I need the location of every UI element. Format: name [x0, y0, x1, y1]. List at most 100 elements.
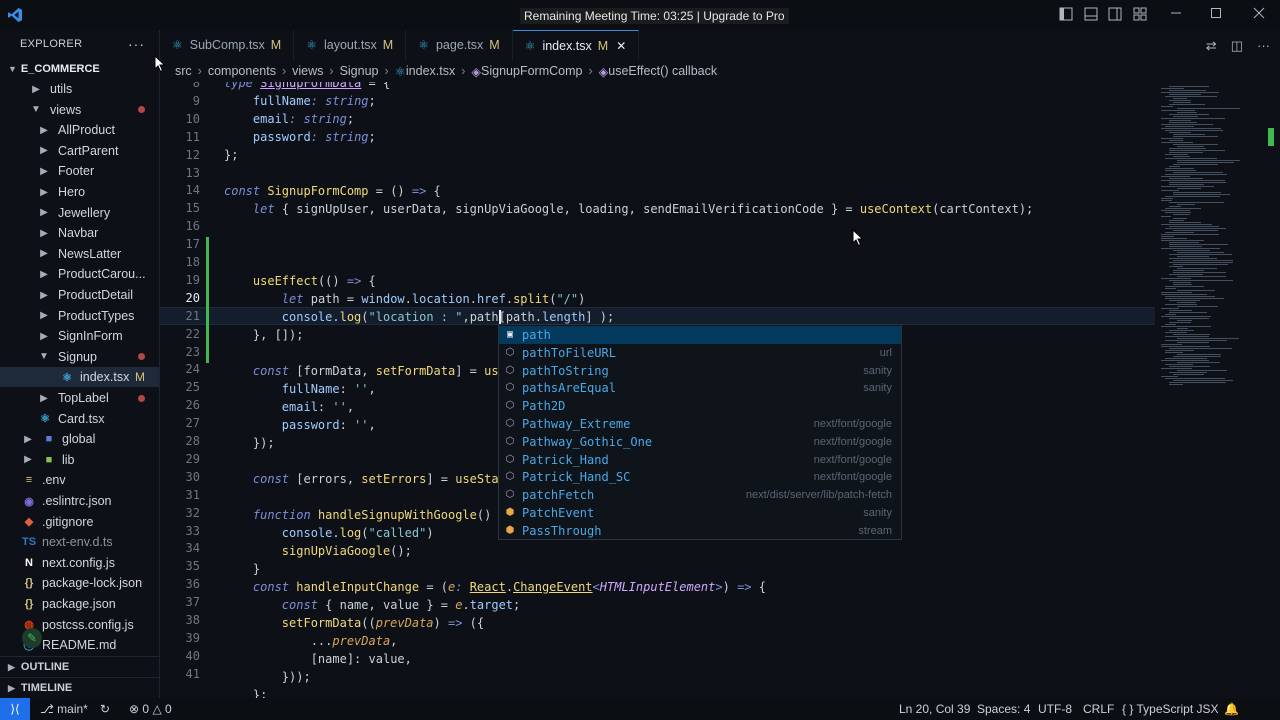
- timeline-section[interactable]: ▶ TIMELINE: [0, 677, 159, 698]
- tree-item[interactable]: ◆ .gitignore: [0, 512, 159, 532]
- minimap-line: [1173, 334, 1210, 335]
- close-tab-icon[interactable]: ✕: [616, 39, 626, 53]
- minimap-line: [1177, 108, 1240, 109]
- editor-tab[interactable]: ⚛ index.tsx M ✕: [512, 30, 640, 60]
- suggestion-item[interactable]: ⬡ Path2D: [499, 397, 901, 415]
- module-icon: ⬡: [505, 453, 515, 465]
- notifications-icon[interactable]: 🔔: [1224, 702, 1239, 716]
- encoding[interactable]: UTF-8: [1038, 702, 1072, 716]
- tree-item[interactable]: Nnext.config.js: [0, 553, 159, 573]
- more-actions-icon[interactable]: ···: [1257, 38, 1270, 54]
- suggestion-item[interactable]: ⬡ pathsAreEqual sanity: [499, 379, 901, 397]
- chevron-right-icon: ▶: [32, 83, 40, 95]
- tree-item[interactable]: ▶ ■ lib: [0, 450, 159, 470]
- minimap[interactable]: [1155, 82, 1280, 698]
- tree-item[interactable]: ▶ Hero: [0, 182, 159, 202]
- suggestion-item[interactable]: ⬡ Pathway_Gothic_One next/font/google: [499, 433, 901, 451]
- tree-item[interactable]: ▶ utils: [0, 79, 159, 99]
- breadcrumb-item[interactable]: Signup: [340, 64, 379, 78]
- tree-item[interactable]: ⚛ Card.tsx: [0, 409, 159, 429]
- tree-item[interactable]: ▶ Jewellery: [0, 203, 159, 223]
- breadcrumb-item[interactable]: views: [292, 64, 323, 78]
- close-window-icon[interactable]: [1251, 7, 1267, 23]
- language-mode[interactable]: { } TypeScript JSX: [1122, 702, 1219, 716]
- suggestion-item[interactable]: ⬢ PatchEvent sanity: [499, 504, 901, 522]
- compare-changes-icon[interactable]: ⇄: [1206, 38, 1217, 54]
- vscode-logo-icon[interactable]: [0, 0, 30, 30]
- suggestion-item[interactable]: ⬢ PassThrough stream: [499, 522, 901, 540]
- breadcrumb-item[interactable]: SignupFormComp: [481, 64, 582, 78]
- suggestion-item[interactable]: ⬡ Patrick_Hand next/font/google: [499, 451, 901, 469]
- maximize-icon[interactable]: [1208, 7, 1224, 23]
- tree-item[interactable]: {} package.json: [0, 594, 159, 614]
- tree-item[interactable]: ▶ TopLabel: [0, 388, 159, 408]
- editor-tab[interactable]: ⚛ page.tsx M: [406, 30, 513, 60]
- tree-item[interactable]: ▶ NewsLatter: [0, 244, 159, 264]
- tree-item[interactable]: {} package-lock.json: [0, 573, 159, 593]
- tree-item[interactable]: ⚛ index.tsx M: [0, 367, 159, 388]
- suggestion-source: sanity: [863, 364, 892, 377]
- split-editor-icon[interactable]: ◫: [1231, 38, 1243, 54]
- tree-item[interactable]: ▼ Signup: [0, 347, 159, 367]
- chevron-right-icon: ›: [197, 64, 202, 78]
- minimize-icon[interactable]: [1168, 7, 1184, 23]
- outline-section[interactable]: ▶ OUTLINE: [0, 656, 159, 677]
- tree-item[interactable]: ▶ ProductCarou...: [0, 264, 159, 284]
- editor-tab[interactable]: ⚛ SubComp.tsx M: [160, 30, 295, 60]
- minimap-line: [1169, 150, 1225, 151]
- minimap-line: [1177, 112, 1197, 113]
- minimap-scroll-marker[interactable]: [1268, 128, 1274, 146]
- branch-indicator[interactable]: ⎇ main*: [40, 702, 88, 716]
- suggestion-item[interactable]: ⬡ pathToString sanity: [499, 362, 901, 380]
- problems-indicator[interactable]: ⊗ 0 △ 0: [129, 702, 172, 716]
- tree-item[interactable]: ▶ ProductTypes: [0, 306, 159, 326]
- breadcrumb-item[interactable]: components: [208, 64, 276, 78]
- suggestion-source: next/font/google: [813, 418, 892, 430]
- customize-layout-icon[interactable]: [1132, 7, 1148, 23]
- indentation[interactable]: Spaces: 4: [977, 702, 1030, 716]
- tree-item[interactable]: ≡ .env: [0, 470, 159, 490]
- chevron-down-icon: ▼: [8, 64, 17, 74]
- chevron-right-icon: ▶: [40, 145, 48, 157]
- remote-indicator-icon[interactable]: ⟩⟨: [0, 698, 30, 720]
- autocomplete-widget[interactable]: ▣ path ⬡ pathToFileURL url ⬡ pathToString sanit…: [498, 324, 902, 540]
- sync-icon[interactable]: ↻: [100, 702, 110, 716]
- react-file-icon: ⚛: [306, 38, 317, 52]
- tree-item[interactable]: ▶ SignInForm: [0, 326, 159, 346]
- tree-item[interactable]: ▶ ■ global: [0, 429, 159, 449]
- tree-item[interactable]: ▶ Navbar: [0, 223, 159, 243]
- suggestion-item[interactable]: ⬡ Patrick_Hand_SC next/font/google: [499, 468, 901, 486]
- tree-item[interactable]: ◉ .eslintrc.json: [0, 491, 159, 511]
- tree-item[interactable]: ▶ AllProduct: [0, 120, 159, 140]
- breadcrumb-item[interactable]: index.tsx: [406, 64, 455, 78]
- toggle-secondary-sidebar-icon[interactable]: [1107, 7, 1123, 23]
- minimap-line: [1165, 130, 1223, 131]
- code-line: const { name, value } = e.target;: [281, 598, 521, 612]
- minimap-line: [1161, 234, 1219, 235]
- minimap-line: [1161, 216, 1171, 217]
- breadcrumb-item[interactable]: useEffect() callback: [608, 64, 717, 78]
- line-ending[interactable]: CRLF: [1083, 702, 1114, 716]
- code-line: const [errors, setErrors] = useSta: [252, 472, 499, 486]
- minimap-line: [1169, 262, 1233, 263]
- tree-item[interactable]: TS next-env.d.ts: [0, 532, 159, 552]
- toggle-sidebar-icon[interactable]: [1058, 7, 1074, 23]
- suggestion-item[interactable]: ▣ path: [499, 326, 901, 344]
- toggle-panel-icon[interactable]: [1083, 7, 1099, 23]
- root-folder[interactable]: ▼ E_COMMERCE: [0, 58, 159, 80]
- tree-item[interactable]: ▼ views: [0, 100, 159, 120]
- tree-item-label: global: [62, 432, 96, 447]
- tree-item[interactable]: ▶ ProductDetail: [0, 285, 159, 305]
- code-line: }: [224, 562, 261, 576]
- symbol-icon: ◈: [598, 64, 609, 79]
- suggestion-item[interactable]: ⬡ Pathway_Extreme next/font/google: [499, 415, 901, 433]
- editor-tab[interactable]: ⚛ layout.tsx M: [294, 30, 407, 60]
- tree-item[interactable]: ▶ CartParent: [0, 141, 159, 161]
- suggestion-item[interactable]: ⬡ pathToFileURL url: [499, 344, 901, 362]
- suggestion-item[interactable]: ⬡ patchFetch next/dist/server/lib/patch-fe…: [499, 486, 901, 504]
- breadcrumb-item[interactable]: src: [175, 64, 192, 78]
- pen-icon[interactable]: ✎: [22, 628, 42, 648]
- tree-item[interactable]: ▶ Footer: [0, 161, 159, 181]
- more-actions-icon[interactable]: ···: [128, 36, 145, 52]
- cursor-position[interactable]: Ln 20, Col 39: [899, 702, 970, 716]
